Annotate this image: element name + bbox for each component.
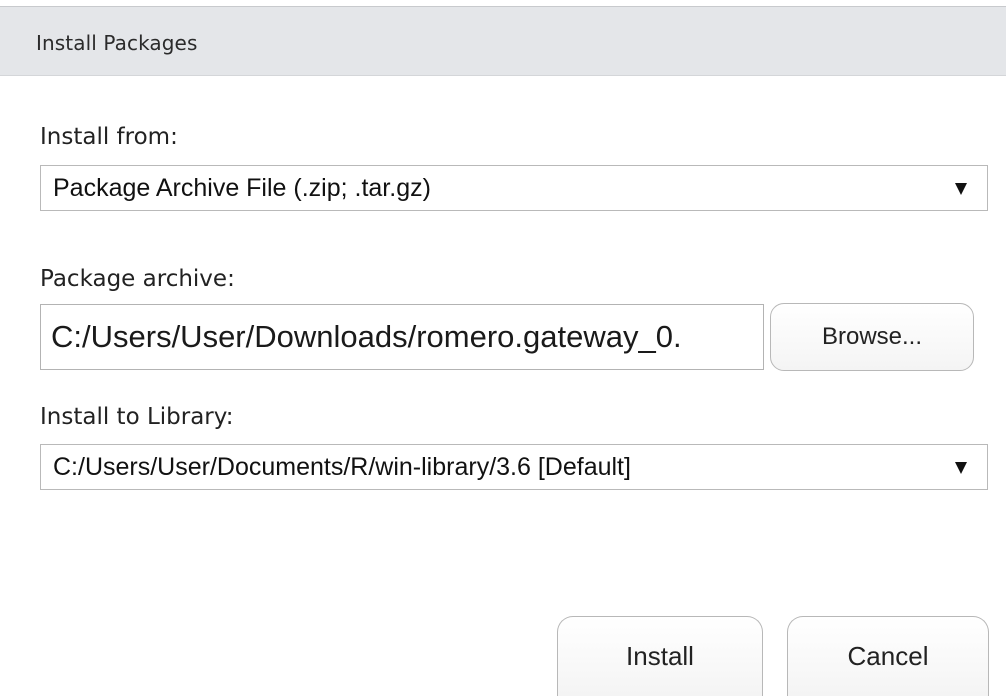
dialog-title: Install Packages [36, 31, 198, 55]
package-archive-input[interactable]: C:/Users/User/Downloads/romero.gateway_0… [40, 304, 764, 370]
package-archive-path: C:/Users/User/Downloads/romero.gateway_0… [51, 319, 682, 354]
install-to-library-select[interactable]: C:/Users/User/Documents/R/win-library/3.… [40, 444, 988, 490]
cancel-button[interactable]: Cancel [787, 616, 989, 696]
dialog-titlebar: Install Packages [0, 6, 1006, 76]
browse-button[interactable]: Browse... [770, 303, 974, 371]
install-from-select[interactable]: Package Archive File (.zip; .tar.gz) [40, 165, 988, 211]
install-to-library-selected-value: C:/Users/User/Documents/R/win-library/3.… [53, 453, 631, 481]
install-packages-dialog: Install Packages Install from: Package A… [0, 0, 1006, 696]
install-to-library-label: Install to Library: [40, 404, 234, 430]
package-archive-label: Package archive: [40, 266, 235, 292]
dropdown-arrow-icon [955, 462, 967, 474]
dropdown-arrow-icon [955, 183, 967, 195]
install-from-label: Install from: [40, 124, 178, 150]
install-from-selected-value: Package Archive File (.zip; .tar.gz) [53, 174, 431, 202]
install-button[interactable]: Install [557, 616, 763, 696]
